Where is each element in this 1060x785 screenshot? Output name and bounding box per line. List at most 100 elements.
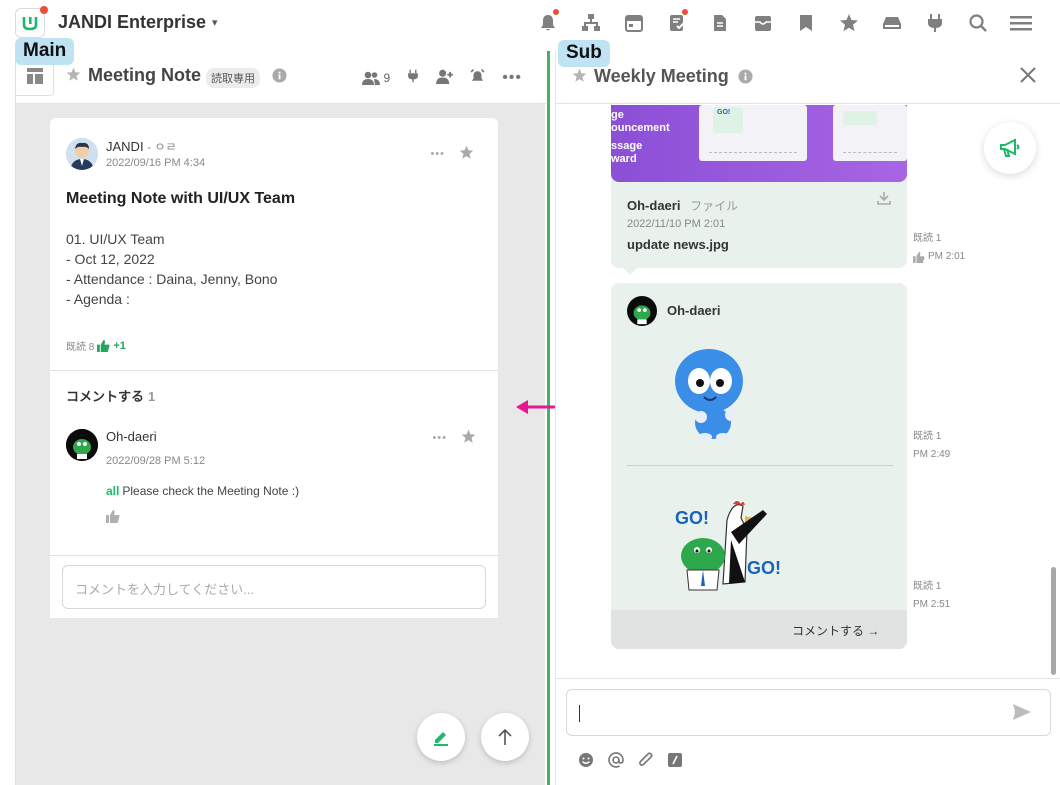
avatar[interactable] — [66, 138, 98, 170]
more-icon[interactable]: ••• — [432, 432, 447, 444]
sticker-author: Oh-daeri — [667, 303, 721, 318]
star-icon[interactable] — [459, 145, 474, 163]
sticker-meta-1: 既読 1 PM 2:49 — [913, 431, 951, 460]
pencil-icon — [434, 732, 448, 746]
add-member-icon[interactable] — [436, 69, 454, 87]
file-meta: 既読 1 PM 2:01 — [913, 233, 966, 263]
favorite-star-icon[interactable] — [572, 68, 587, 86]
channel-title: Meeting Note — [88, 65, 202, 85]
snippet-icon[interactable] — [668, 753, 682, 770]
comments-header: コメントする 1 — [66, 389, 156, 404]
plug-icon[interactable] — [406, 68, 420, 87]
attach-icon[interactable] — [638, 752, 654, 771]
scroll-top-button[interactable] — [481, 713, 529, 761]
announcement-button[interactable] — [984, 122, 1036, 174]
plug-icon[interactable] — [913, 10, 956, 36]
info-icon[interactable] — [738, 69, 753, 87]
file-icon[interactable] — [698, 10, 741, 36]
mention-icon[interactable] — [608, 752, 624, 771]
avatar[interactable] — [627, 296, 657, 326]
post-date: 2022/09/16 PM 4:34 — [106, 157, 206, 169]
read-status: 既読 8 +1 — [66, 338, 126, 353]
image-preview[interactable]: ge ouncement ssage ward GO! — [611, 105, 907, 182]
top-bar: JANDI Enterprise ▾ — [0, 0, 1060, 46]
scrollbar[interactable] — [1051, 567, 1056, 675]
members-icon — [361, 71, 380, 85]
star-icon[interactable] — [461, 429, 476, 447]
sub-header: Weekly Meeting — [556, 51, 1060, 104]
sticker-message[interactable]: Oh-daeri GO! GO! — [611, 283, 907, 649]
post-card: JANDI - ㅇㄹ 2022/09/16 PM 4:34 ••• Meetin… — [50, 118, 498, 618]
emoji-icon[interactable] — [578, 752, 594, 771]
file-message[interactable]: ge ouncement ssage ward GO! Oh-daeri ファイ… — [611, 105, 907, 275]
jandi-logo[interactable] — [15, 6, 48, 38]
send-icon[interactable] — [1012, 702, 1032, 725]
go-sticker-text: GO! — [747, 558, 781, 578]
post-body-line: - Agenda : — [66, 291, 130, 307]
divider — [627, 465, 893, 466]
avatar[interactable] — [66, 429, 98, 461]
divider — [50, 555, 498, 556]
top-icon-bar — [526, 9, 1042, 36]
channel-title: Weekly Meeting — [594, 66, 729, 86]
comment-text: all Please check the Meeting Note :) — [106, 484, 300, 498]
member-count: 9 — [383, 70, 391, 85]
bubble-tail — [623, 268, 637, 275]
comment-link[interactable]: コメントする → — [792, 622, 879, 639]
arrow-up-icon — [498, 728, 512, 745]
mention-all[interactable]: all — [106, 484, 119, 498]
star-icon[interactable] — [827, 10, 870, 36]
comment-count: 1 — [148, 389, 156, 404]
channel-actions: 9 ••• — [361, 68, 523, 87]
bookmark-icon[interactable] — [784, 10, 827, 36]
alarm-icon[interactable] — [469, 68, 486, 87]
preview-panel: GO! — [699, 105, 807, 161]
file-author: Oh-daeri — [627, 198, 681, 213]
thumbs-up-icon[interactable] — [913, 251, 925, 263]
preview-text: ge ouncement ssage ward — [611, 109, 670, 165]
members-button[interactable]: 9 — [361, 70, 391, 85]
read-count: 既読 8 — [66, 342, 95, 353]
drive-icon[interactable] — [870, 10, 913, 36]
comment-date: 2022/09/28 PM 5:12 — [106, 455, 206, 467]
post-body: 01. UI/UX Team - Oct 12, 2022 - Attendan… — [66, 229, 277, 309]
org-chart-icon[interactable] — [569, 10, 612, 36]
megaphone-icon — [1000, 138, 1020, 157]
file-type: ファイル — [690, 199, 739, 213]
team-selector[interactable]: JANDI Enterprise ▾ — [58, 12, 218, 33]
more-icon[interactable]: ••• — [430, 148, 445, 160]
message-input[interactable] — [566, 689, 1051, 736]
file-name[interactable]: update news.jpg — [627, 237, 729, 252]
thumbs-up-icon[interactable] — [106, 510, 120, 526]
preview-sticker-text: GO! — [717, 109, 731, 116]
pane-divider[interactable] — [547, 51, 550, 785]
sub-label: Sub — [558, 40, 610, 67]
thumbs-up-icon[interactable] — [97, 339, 110, 352]
search-icon[interactable] — [956, 10, 999, 36]
file-header: Oh-daeri ファイル — [627, 197, 738, 214]
write-button[interactable] — [417, 713, 465, 761]
download-icon[interactable] — [877, 191, 891, 208]
main-pane: Meeting Note 読取専用 9 ••• JANDI - ㅇㄹ 2022/… — [15, 51, 546, 785]
go-sticker-text: GO! — [675, 508, 709, 528]
team-name: JANDI Enterprise — [58, 12, 207, 32]
read-only-badge: 読取専用 — [206, 68, 260, 88]
post-actions: ••• — [430, 145, 474, 163]
info-icon[interactable] — [272, 68, 287, 86]
favorite-star-icon[interactable] — [66, 67, 81, 85]
calendar-icon[interactable] — [612, 10, 655, 36]
todo-icon[interactable] — [655, 9, 698, 36]
archive-icon[interactable] — [741, 10, 784, 36]
main-label: Main — [15, 38, 75, 65]
close-icon[interactable] — [1019, 66, 1037, 87]
divider — [555, 678, 1060, 679]
blue-character-sticker — [675, 349, 743, 441]
bell-icon[interactable] — [526, 9, 569, 36]
post-author: JANDI - ㅇㄹ — [106, 139, 177, 154]
more-icon[interactable]: ••• — [502, 69, 522, 87]
composer-tools — [578, 752, 682, 771]
menu-icon[interactable] — [999, 10, 1042, 36]
post-body-line: 01. UI/UX Team — [66, 231, 165, 247]
text-caret — [579, 705, 580, 722]
comment-input[interactable]: コメントを入力してください... — [62, 565, 486, 609]
